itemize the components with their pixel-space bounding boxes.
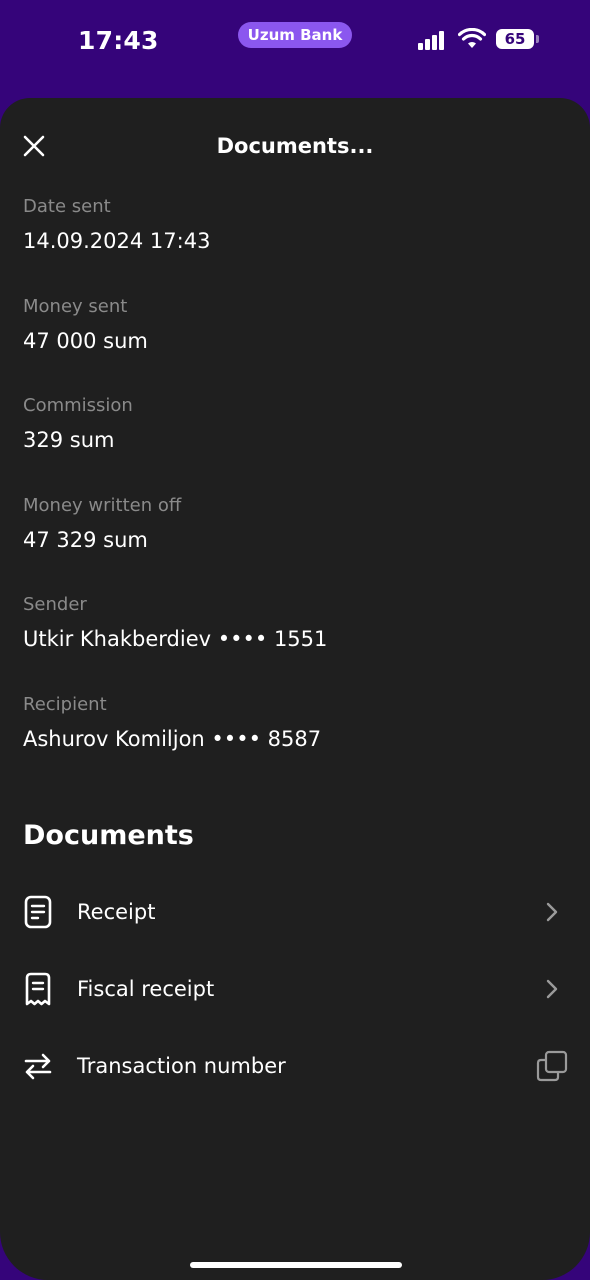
receipt-label: Receipt <box>77 900 156 924</box>
commission-value: 329 sum <box>23 428 115 452</box>
commission-label: Commission <box>23 395 133 416</box>
copy-icon[interactable] <box>536 1050 568 1082</box>
transaction-number-row[interactable]: Transaction number <box>0 1034 590 1098</box>
document-icon <box>24 895 52 929</box>
recipient-value: Ashurov Komiljon •••• 8587 <box>23 727 322 751</box>
fiscal-receipt-icon <box>25 972 51 1006</box>
money-written-off-field: Money written off 47 329 sum <box>23 495 181 552</box>
home-indicator[interactable] <box>190 1262 402 1268</box>
documents-sheet: Documents... Date sent 14.09.2024 17:43 … <box>0 98 590 1280</box>
sender-label: Sender <box>23 594 87 615</box>
transfer-arrows-icon <box>24 1053 52 1080</box>
chevron-right-icon <box>546 902 558 922</box>
recipient-label: Recipient <box>23 694 107 715</box>
transaction-number-label: Transaction number <box>77 1054 286 1078</box>
sender-field: Sender Utkir Khakberdiev •••• 1551 <box>23 594 327 651</box>
status-bar: 17:43 Uzum Bank 65 <box>0 0 590 80</box>
date-sent-field: Date sent 14.09.2024 17:43 <box>23 196 210 253</box>
money-sent-value: 47 000 sum <box>23 329 148 353</box>
commission-field: Commission 329 sum <box>23 395 133 452</box>
money-written-off-label: Money written off <box>23 495 182 516</box>
recipient-field: Recipient Ashurov Komiljon •••• 8587 <box>23 694 321 751</box>
date-sent-value: 14.09.2024 17:43 <box>23 229 211 253</box>
chevron-right-icon <box>546 979 558 999</box>
money-sent-field: Money sent 47 000 sum <box>23 296 148 353</box>
battery-icon: 65 <box>496 29 539 49</box>
sender-value: Utkir Khakberdiev •••• 1551 <box>23 627 328 651</box>
app-indicator-pill[interactable]: Uzum Bank <box>238 22 352 48</box>
page-title: Documents... <box>216 134 374 158</box>
close-icon[interactable] <box>16 128 52 164</box>
fiscal-receipt-label: Fiscal receipt <box>77 977 215 1001</box>
receipt-row[interactable]: Receipt <box>0 880 590 944</box>
money-written-off-value: 47 329 sum <box>23 528 148 552</box>
status-time: 17:43 <box>78 26 159 55</box>
date-sent-label: Date sent <box>23 196 111 217</box>
wifi-icon <box>458 28 486 48</box>
money-sent-label: Money sent <box>23 296 128 317</box>
screen: 17:43 Uzum Bank 65 Documents... Date sen… <box>0 0 590 1280</box>
documents-section-title: Documents <box>23 820 194 851</box>
cellular-signal-icon <box>418 30 450 50</box>
fiscal-receipt-row[interactable]: Fiscal receipt <box>0 957 590 1021</box>
